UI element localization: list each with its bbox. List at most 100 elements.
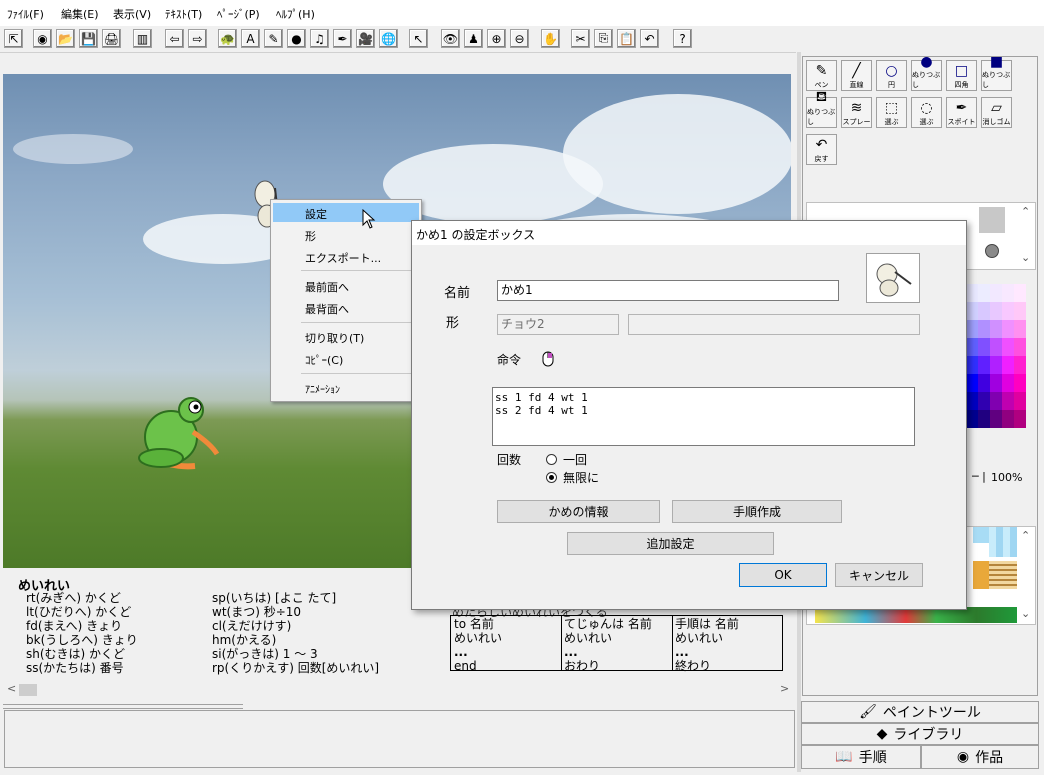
view-icon[interactable]: 👁 <box>441 29 460 48</box>
message-area[interactable] <box>4 710 795 768</box>
color-swatch[interactable] <box>978 338 990 356</box>
tool-lasso[interactable]: ◌ 選ぶ <box>911 97 942 128</box>
tool-pen[interactable]: ✎ ペン <box>806 60 837 91</box>
menu-view[interactable]: 表示(V) <box>113 6 151 22</box>
color-swatch[interactable] <box>1002 284 1014 302</box>
help-icon[interactable]: ? <box>673 29 692 48</box>
color-swatch[interactable] <box>1002 392 1014 410</box>
color-swatch[interactable] <box>978 356 990 374</box>
radio-forever[interactable]: 無限に <box>546 469 599 486</box>
splitter-grip[interactable] <box>3 704 243 709</box>
menu-text[interactable]: ﾃｷｽﾄ(T) <box>165 6 202 22</box>
library-scroll-up-icon[interactable]: ⌃ <box>1021 529 1030 542</box>
movie-icon[interactable]: 🎥 <box>356 29 375 48</box>
color-swatch[interactable] <box>1002 302 1014 320</box>
tool-eraser[interactable]: ▱ 消しゴム <box>981 97 1012 128</box>
color-swatch[interactable] <box>966 356 978 374</box>
name-input[interactable]: かめ1 <box>497 280 839 301</box>
extra-settings-button[interactable]: 追加設定 <box>567 532 774 555</box>
tab-paint-tools[interactable]: 🖌 ペイントツール <box>801 701 1039 723</box>
menu-edit[interactable]: 編集(E) <box>61 6 99 22</box>
frog-turtle-icon[interactable] <box>133 392 223 476</box>
menu-item-shape[interactable]: 形 <box>305 228 316 244</box>
color-swatch[interactable] <box>990 284 1002 302</box>
pen-icon[interactable]: ✒ <box>333 29 352 48</box>
tab-works[interactable]: ◉ 作品 <box>921 745 1039 769</box>
color-swatch[interactable] <box>978 284 990 302</box>
color-swatch[interactable] <box>966 302 978 320</box>
pointer-icon[interactable]: ⇱ <box>4 29 23 48</box>
color-swatch[interactable] <box>990 374 1002 392</box>
color-swatch[interactable] <box>1014 320 1026 338</box>
menu-item-copy[interactable]: ｺﾋﾟｰ(C) <box>305 352 343 368</box>
color-swatch[interactable] <box>1014 410 1026 428</box>
color-swatch[interactable] <box>1014 356 1026 374</box>
brush-swatch[interactable] <box>979 207 1005 233</box>
menu-item-animation[interactable]: ｱﾆﾒｰｼｮﾝ <box>305 381 340 396</box>
copy-icon[interactable]: ⎘ <box>594 29 613 48</box>
menu-help[interactable]: ﾍﾙﾌﾟ(H) <box>276 6 315 22</box>
scroll-up-icon[interactable]: ⌃ <box>1021 205 1030 218</box>
tool-eyedropper[interactable]: ✒ スポイト <box>946 97 977 128</box>
color-swatch[interactable] <box>1002 374 1014 392</box>
turtle-icon[interactable]: 🐢 <box>218 29 237 48</box>
tool-fill-bucket[interactable]: ⛾ ぬりつぶし <box>806 89 837 128</box>
book-icon[interactable]: ▥ <box>133 29 152 48</box>
color-palette[interactable] <box>966 284 1026 434</box>
ok-button[interactable]: OK <box>739 563 827 587</box>
menu-page[interactable]: ﾍﾟｰｼﾞ(P) <box>217 6 260 22</box>
tool-undo[interactable]: ↶ 戻す <box>806 134 837 165</box>
color-swatch[interactable] <box>978 392 990 410</box>
zoom-out-icon[interactable]: ⊖ <box>510 29 529 48</box>
cancel-button[interactable]: キャンセル <box>835 563 923 587</box>
color-swatch[interactable] <box>978 320 990 338</box>
tool-filled-rect[interactable]: ■ ぬりつぶし <box>981 54 1012 91</box>
color-swatch[interactable] <box>978 302 990 320</box>
menu-item-bring-front[interactable]: 最前面へ <box>305 279 349 295</box>
scroll-left-icon[interactable]: < <box>7 682 16 695</box>
color-swatch[interactable] <box>978 374 990 392</box>
menu-item-cut[interactable]: 切り取り(T) <box>305 330 364 346</box>
color-swatch[interactable] <box>990 302 1002 320</box>
tool-select-rect[interactable]: ⬚ 選ぶ <box>876 97 907 128</box>
eye-icon[interactable]: ● <box>287 29 306 48</box>
text-icon[interactable]: A <box>241 29 260 48</box>
color-swatch[interactable] <box>966 392 978 410</box>
shape-preview[interactable] <box>866 253 920 303</box>
command-textarea[interactable]: ss 1 fd 4 wt 1 ss 2 fd 4 wt 1 <box>492 387 915 446</box>
globe-icon[interactable]: 🌐 <box>379 29 398 48</box>
new-page-icon[interactable]: ◉ <box>33 29 52 48</box>
paint-icon[interactable]: ✎ <box>264 29 283 48</box>
color-swatch[interactable] <box>1014 374 1026 392</box>
back-icon[interactable]: ⇦ <box>165 29 184 48</box>
select-icon[interactable]: ↖ <box>409 29 428 48</box>
print-icon[interactable]: 🖨 <box>102 29 121 48</box>
tool-filled-circle[interactable]: ● ぬりつぶし <box>911 54 942 91</box>
undo-icon[interactable]: ↶ <box>640 29 659 48</box>
color-swatch[interactable] <box>1014 284 1026 302</box>
radio-once[interactable]: 一回 <box>546 451 587 468</box>
color-swatch[interactable] <box>966 320 978 338</box>
scroll-down-icon[interactable]: ⌄ <box>1021 251 1030 264</box>
person-icon[interactable]: ♟ <box>464 29 483 48</box>
color-swatch[interactable] <box>966 338 978 356</box>
horizontal-scrollbar[interactable]: < > <box>3 682 795 698</box>
radio-forever-selected-icon[interactable] <box>546 472 557 483</box>
brush-dot[interactable] <box>985 244 999 258</box>
color-swatch[interactable] <box>1014 338 1026 356</box>
color-swatch[interactable] <box>990 320 1002 338</box>
color-swatch[interactable] <box>1014 392 1026 410</box>
save-icon[interactable]: 💾 <box>79 29 98 48</box>
menu-item-settings[interactable]: 設定 <box>305 206 327 222</box>
color-swatch[interactable] <box>978 410 990 428</box>
color-swatch[interactable] <box>966 374 978 392</box>
tab-procedure[interactable]: 📖 手順 <box>801 745 921 769</box>
music-icon[interactable]: ♫ <box>310 29 329 48</box>
menu-file[interactable]: ﾌｧｲﾙ(F) <box>7 6 44 22</box>
zoom-in-icon[interactable]: ⊕ <box>487 29 506 48</box>
forward-icon[interactable]: ⇨ <box>188 29 207 48</box>
open-icon[interactable]: 📂 <box>56 29 75 48</box>
color-swatch[interactable] <box>1002 320 1014 338</box>
dialog-title-bar[interactable]: かめ1 の設定ボックス <box>412 221 966 245</box>
color-swatch[interactable] <box>966 284 978 302</box>
